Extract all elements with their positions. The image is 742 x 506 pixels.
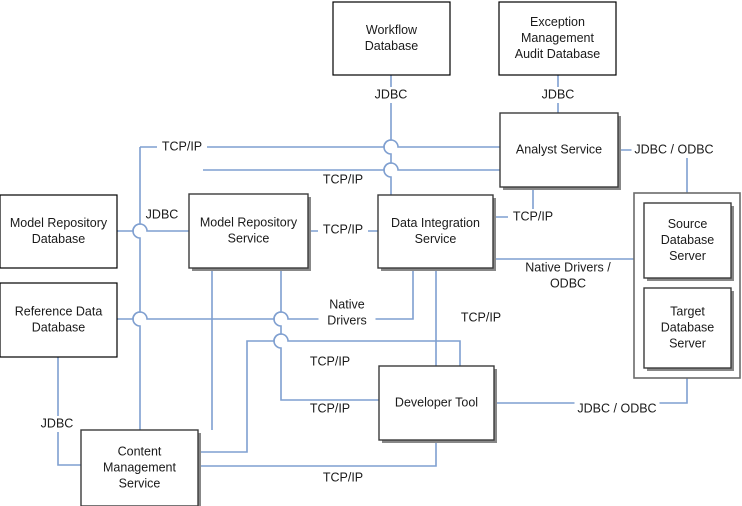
node-content-management-service[interactable]: Content Management Service	[80, 429, 201, 506]
edge-label-developer-to-database-servers: JDBC / ODBC	[574, 401, 660, 417]
node-label: Service	[228, 231, 270, 245]
edge-label-text: JDBC	[542, 87, 575, 101]
node-source-database-server[interactable]: Source Database Server	[643, 202, 734, 281]
node-label: Database	[661, 233, 715, 247]
edge-label-text: TCP/IP	[310, 401, 350, 415]
node-label: Service	[119, 476, 161, 490]
edge-label-text: TCP/IP	[310, 354, 350, 368]
node-label: Reference Data	[15, 304, 103, 318]
edge-label-data-integration-to-developer: TCP/IP	[456, 310, 506, 326]
node-label: Workflow	[366, 23, 418, 37]
node-analyst-service[interactable]: Analyst Service	[499, 112, 621, 190]
node-exception-management-audit-database[interactable]: Exception Management Audit Database	[498, 1, 617, 76]
connector-line	[132, 147, 141, 430]
node-layer: Workflow Database Exception Management Audit…	[0, 1, 621, 506]
edge-label-text: TCP/IP	[323, 172, 363, 186]
connector-line	[494, 378, 688, 404]
node-label: Server	[669, 249, 706, 263]
node-model-repository-service[interactable]: Model Repository Service	[188, 193, 311, 271]
node-target-database-server[interactable]: Target Database Server	[643, 287, 734, 371]
edge-label-text: JDBC	[41, 416, 74, 430]
edge-label-text: ODBC	[550, 276, 586, 290]
edge-label-native-drivers-bus: Native Drivers	[318, 297, 376, 329]
edge-label-model-repo-db-to-service: JDBC	[144, 207, 180, 223]
node-label: Management	[521, 31, 594, 45]
edge-label-model-repo-to-developer: TCP/IP	[305, 401, 355, 417]
node-label: Database	[661, 320, 715, 334]
container-layer: Source Database Server Target Database Server	[633, 192, 741, 379]
edge-label-developer-to-content-mgmt: TCP/IP	[318, 470, 368, 486]
edge-label-exception-db-to-analyst: JDBC	[540, 87, 576, 103]
edge-label-text: TCP/IP	[513, 209, 553, 223]
edge-label-analyst-to-data-integration: TCP/IP	[508, 209, 558, 225]
node-workflow-database[interactable]: Workflow Database	[332, 1, 451, 76]
node-model-repository-database[interactable]: Model Repository Database	[0, 194, 118, 269]
connector-developer-to-database-servers	[494, 378, 688, 404]
node-label: Analyst Service	[516, 142, 602, 156]
edge-label-text: Native Drivers /	[525, 260, 611, 274]
node-label: Model Repository	[200, 215, 298, 229]
node-reference-data-database[interactable]: Reference Data Database	[0, 282, 118, 358]
edge-label-text: TCP/IP	[461, 310, 501, 324]
connector-line	[57, 357, 81, 466]
architecture-diagram: Source Database Server Target Database Server…	[0, 0, 742, 506]
node-label: Data Integration	[391, 216, 480, 230]
edge-label-text: TCP/IP	[323, 470, 363, 484]
edge-label-text: Drivers	[327, 313, 367, 327]
node-developer-tool[interactable]: Developer Tool	[378, 365, 497, 443]
edge-label-model-repo-service-to-data-integration: TCP/IP	[318, 222, 368, 238]
connector-line	[198, 440, 437, 467]
edge-label-text: JDBC	[146, 207, 179, 221]
node-label: Model Repository	[10, 216, 108, 230]
connector-line	[203, 162, 500, 171]
edge-label-analyst-to-source-server: JDBC / ODBC	[631, 142, 717, 158]
node-label: Content	[118, 444, 162, 458]
edge-label-text: JDBC / ODBC	[577, 401, 656, 415]
edge-label-text: JDBC / ODBC	[634, 142, 713, 156]
node-data-integration-service[interactable]: Data Integration Service	[377, 194, 496, 271]
diagram-canvas: Source Database Server Target Database Server…	[0, 1, 741, 506]
node-label: Database	[32, 320, 86, 334]
node-label: Server	[669, 336, 706, 350]
connector-line	[273, 268, 379, 401]
edge-label-text: JDBC	[375, 87, 408, 101]
edge-label-model-repo-to-analyst-second: TCP/IP	[318, 172, 368, 188]
connector-line	[117, 223, 189, 232]
edge-label-text: TCP/IP	[323, 222, 363, 236]
connector-model-repo-db-to-service	[117, 223, 189, 232]
edge-label-data-integration-to-database-servers: Native Drivers / ODBC	[508, 260, 628, 292]
edge-label-reference-db-to-content-mgmt: JDBC	[39, 416, 75, 432]
edge-label-content-mgmt-to-upper-bus: TCP/IP	[305, 354, 355, 370]
edge-label-text: TCP/IP	[162, 139, 202, 153]
node-label: Audit Database	[515, 47, 601, 61]
edge-label-model-repo-branch-to-analyst: TCP/IP	[157, 139, 207, 155]
edge-label-workflow-db-to-data-integration: JDBC	[373, 87, 409, 103]
node-label: Service	[415, 232, 457, 246]
connector-reference-db-to-content-mgmt	[57, 357, 81, 466]
connector-content-mgmt-vertical-bus	[132, 147, 141, 430]
node-label: Management	[103, 460, 176, 474]
node-label: Database	[365, 39, 419, 53]
node-label: Target	[670, 304, 705, 318]
node-label: Exception	[530, 15, 585, 29]
node-label: Source	[668, 217, 708, 231]
node-label: Database	[32, 232, 86, 246]
edge-label-text: Native	[329, 297, 364, 311]
connector-developer-to-content-mgmt	[198, 440, 437, 467]
connector-model-repo-to-developer	[273, 268, 379, 401]
connector-model-repo-to-analyst-second	[203, 162, 500, 171]
node-label: Developer Tool	[395, 395, 478, 409]
